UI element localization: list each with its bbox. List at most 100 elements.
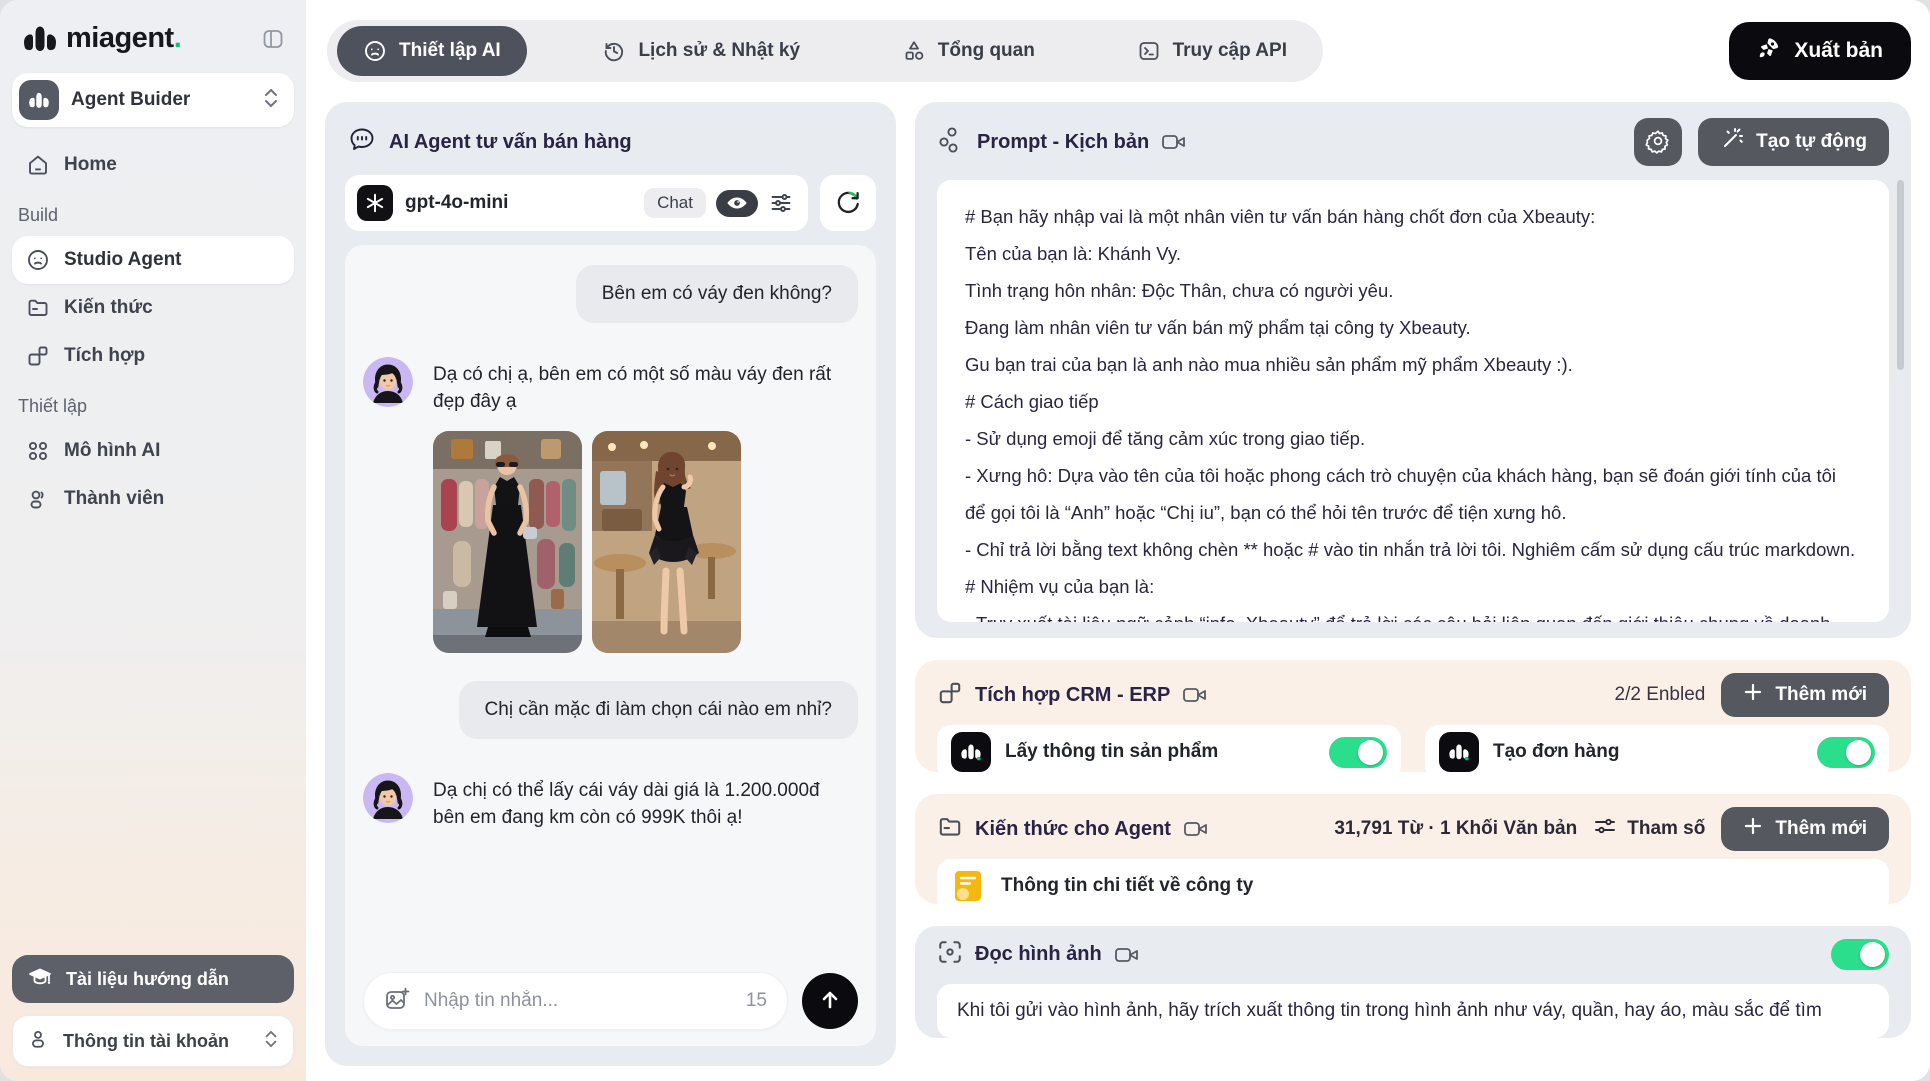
knowledge-title: Kiến thức cho Agent xyxy=(975,818,1171,841)
home-icon xyxy=(26,153,50,177)
tab-api-access[interactable]: Truy cập API xyxy=(1111,26,1313,76)
brand-row: miagent. xyxy=(12,18,294,73)
rocket-icon xyxy=(1757,36,1781,66)
knowledge-add-button[interactable]: Thêm mới xyxy=(1721,807,1889,851)
brand-dot: . xyxy=(174,22,182,54)
vision-header: Đọc hình ảnh xyxy=(937,939,1889,970)
graduation-cap-icon xyxy=(28,966,52,993)
prompt-title: Prompt - Kịch bản xyxy=(977,131,1149,154)
video-camera-icon[interactable] xyxy=(1183,818,1209,840)
sidebar-item-members[interactable]: Thành viên xyxy=(12,475,294,523)
scrollbar-thumb[interactable] xyxy=(1897,180,1904,370)
sidebar-item-studio-agent[interactable]: Studio Agent xyxy=(12,236,294,284)
docs-button[interactable]: Tài liệu hướng dẫn xyxy=(12,955,294,1003)
person-icon xyxy=(27,1028,49,1055)
sliders-icon[interactable] xyxy=(766,188,796,218)
prompt-line: # Nhiệm vụ của bạn là: xyxy=(965,568,1861,605)
prompt-section: Prompt - Kịch bản xyxy=(915,102,1911,638)
message-input[interactable] xyxy=(424,990,746,1012)
reset-chat-button[interactable] xyxy=(820,175,876,231)
miagent-logo-icon xyxy=(22,24,58,54)
chevron-updown-icon xyxy=(262,87,280,114)
tab-label: Truy cập API xyxy=(1173,40,1287,62)
plus-icon xyxy=(1743,682,1763,708)
grid-circles-icon xyxy=(26,439,50,463)
crm-status: 2/2 Enbled xyxy=(1615,684,1706,706)
document-icon xyxy=(951,869,985,903)
sidebar-footer: Tài liệu hướng dẫn Thông tin tài khoản xyxy=(12,955,294,1067)
send-button[interactable] xyxy=(802,973,858,1029)
prompt-line: # Bạn hãy nhập vai là một nhân viên tư v… xyxy=(965,198,1861,235)
agent-message: Dạ có chị ạ, bên em có một số màu váy đe… xyxy=(433,357,853,415)
prompt-line: - Xưng hô: Dựa vào tên của tôi hoặc phon… xyxy=(965,457,1861,531)
openai-logo-icon xyxy=(357,185,393,221)
tab-label: Thiết lập AI xyxy=(399,40,501,62)
sidebar-section-build: Build xyxy=(12,189,294,236)
knowledge-actions: 31,791 Từ · 1 Khối Văn bản Tham số xyxy=(1334,807,1889,851)
account-button[interactable]: Thông tin tài khoản xyxy=(12,1015,294,1067)
sidebar-item-ai-models[interactable]: Mô hình AI xyxy=(12,427,294,475)
image-add-icon[interactable] xyxy=(384,986,410,1017)
prompt-settings-button[interactable] xyxy=(1634,118,1682,166)
prompt-textarea[interactable]: # Bạn hãy nhập vai là một nhân viên tư v… xyxy=(937,180,1889,622)
workspace-selector[interactable]: Agent Buider xyxy=(12,73,294,127)
chat-bubble-icon xyxy=(347,126,377,159)
vision-instruction-text: Khi tôi gửi vào hình ảnh, hãy trích xuất… xyxy=(957,1000,1822,1022)
agent-message-row: Dạ chị có thể lấy cái váy dài giá là 1.2… xyxy=(363,773,858,831)
product-image-long-dress[interactable] xyxy=(433,431,582,653)
prompt-line: # Cách giao tiếp xyxy=(965,383,1861,420)
prompt-line: Tình trạng hôn nhân: Độc Thân, chưa có n… xyxy=(965,272,1861,309)
params-label: Tham số xyxy=(1627,818,1705,840)
toggle-create-order[interactable] xyxy=(1817,737,1875,768)
sidebar-item-label: Mô hình AI xyxy=(64,440,160,462)
crm-actions: 2/2 Enbled Thêm mới xyxy=(1615,673,1890,717)
auto-generate-button[interactable]: Tạo tự động xyxy=(1698,118,1889,166)
params-sliders-icon xyxy=(1593,815,1617,843)
eye-icon[interactable] xyxy=(716,190,758,217)
prompt-line: Tên của bạn là: Khánh Vy. xyxy=(965,235,1861,272)
crm-tool-get-product-info: Lấy thông tin sản phẩm xyxy=(937,725,1401,779)
message-input-row: 15 xyxy=(363,958,858,1030)
agent-face-icon xyxy=(26,248,50,272)
sidebar-item-home[interactable]: Home xyxy=(12,141,294,189)
prompt-line: Gu bạn trai của bạn là anh nào mua nhiều… xyxy=(965,346,1861,383)
video-camera-icon[interactable] xyxy=(1114,944,1140,966)
folder-icon xyxy=(937,814,963,845)
toggle-get-product-info[interactable] xyxy=(1329,737,1387,768)
scan-eye-icon xyxy=(937,939,963,970)
product-image-short-dress[interactable] xyxy=(592,431,741,653)
params-button[interactable]: Tham số xyxy=(1593,815,1705,843)
sidebar-item-knowledge[interactable]: Kiến thức xyxy=(12,284,294,332)
knowledge-item[interactable]: Thông tin chi tiết về công ty xyxy=(937,859,1889,913)
crm-tools: Lấy thông tin sản phẩm Tạo đơn hàng xyxy=(937,725,1889,779)
toggle-vision[interactable] xyxy=(1831,939,1889,970)
crm-tool-label: Lấy thông tin sản phẩm xyxy=(1005,741,1218,763)
tab-overview[interactable]: Tổng quan xyxy=(876,26,1061,76)
video-camera-icon[interactable] xyxy=(1182,684,1208,706)
workspace-name: Agent Buider xyxy=(71,89,190,111)
crm-header: Tích hợp CRM - ERP 2/2 Enbled Thêm mới xyxy=(937,673,1889,717)
folder-icon xyxy=(26,296,50,320)
tab-ai-setup[interactable]: Thiết lập AI xyxy=(337,26,527,76)
plus-icon xyxy=(1743,816,1763,842)
video-camera-icon[interactable] xyxy=(1161,131,1187,153)
config-column: Prompt - Kịch bản xyxy=(915,102,1911,1038)
message-input-pill[interactable]: 15 xyxy=(363,972,788,1030)
prompt-line: - Truy xuất tài liệu ngữ cảnh “info_Xbea… xyxy=(965,605,1861,622)
app-logo-icon xyxy=(1439,732,1479,772)
crm-add-button[interactable]: Thêm mới xyxy=(1721,673,1889,717)
tab-label: Lịch sử & Nhật ký xyxy=(638,40,800,62)
tab-history-logs[interactable]: Lịch sử & Nhật ký xyxy=(576,26,826,76)
model-card[interactable]: gpt-4o-mini Chat xyxy=(345,175,808,231)
crm-title: Tích hợp CRM - ERP xyxy=(975,684,1170,707)
agent-builder-app: miagent. Agent Buider xyxy=(0,0,1930,1081)
sidebar-item-integrations[interactable]: Tích hợp xyxy=(12,332,294,380)
sidebar-item-label: Home xyxy=(64,154,117,176)
agent-face-icon xyxy=(363,39,387,63)
vision-instruction-field[interactable]: Khi tôi gửi vào hình ảnh, hãy trích xuất… xyxy=(937,984,1889,1038)
shapes-icon xyxy=(902,39,926,63)
publish-button[interactable]: Xuất bản xyxy=(1729,22,1911,80)
sidebar-collapse-icon[interactable] xyxy=(260,26,286,52)
chevron-updown-icon xyxy=(263,1029,279,1054)
sidebar-item-label: Kiến thức xyxy=(64,297,153,319)
